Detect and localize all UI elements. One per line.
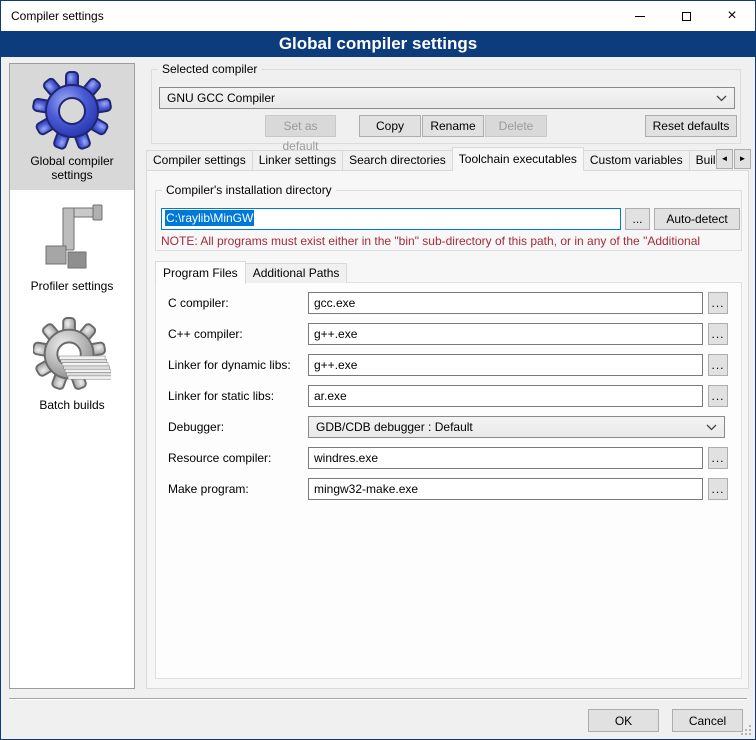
group-label: Compiler's installation directory [162,183,336,197]
field-label-make-program: Make program: [168,478,249,500]
compiler-settings-dialog: Compiler settings × Global compiler sett… [0,0,756,740]
browse-directory-button[interactable]: ... [625,208,650,230]
rename-button[interactable]: Rename [422,115,484,137]
set-as-default-button: Set as default [265,115,336,137]
installation-directory-input[interactable]: C:\raylib\MinGW [161,208,621,230]
dynamic-linker-input[interactable] [308,354,703,376]
browse-button[interactable]: ... [708,354,728,376]
note-text: NOTE: All programs must exist either in … [161,234,739,248]
auto-detect-button[interactable]: Auto-detect [654,208,740,230]
field-label-debugger: Debugger: [168,416,224,438]
selected-compiler-value: GNU GCC Compiler [167,91,716,105]
debugger-select[interactable]: GDB/CDB debugger : Default [308,416,725,438]
sidebar-item-global-compiler-settings[interactable]: Global compiler settings [10,64,134,190]
program-files-panel: C compiler: ... C++ compiler: ... Linker… [155,282,742,679]
tab-scroll-right-icon[interactable]: ► [734,149,751,169]
page-title: Global compiler settings [1,31,755,57]
browse-button[interactable]: ... [708,385,728,407]
minimize-icon [635,16,645,17]
field-label-static-linker: Linker for static libs: [168,385,274,407]
selected-compiler-group: Selected compiler GNU GCC Compiler Set a… [151,69,741,144]
toolchain-subtabs: Program Files Additional Paths [155,260,346,283]
field-label-resource-compiler: Resource compiler: [168,447,271,469]
browse-button[interactable]: ... [708,292,728,314]
resize-grip[interactable] [749,733,751,735]
debugger-value: GDB/CDB debugger : Default [316,420,706,434]
static-linker-input[interactable] [308,385,703,407]
browse-button[interactable]: ... [708,478,728,500]
minimize-button[interactable] [617,1,663,31]
tab-scrollers: ◄ ► [715,149,751,169]
reset-defaults-button[interactable]: Reset defaults [645,115,737,137]
tab-linker-settings[interactable]: Linker settings [252,150,343,170]
tab-custom-variables[interactable]: Custom variables [583,150,690,170]
browse-button[interactable]: ... [708,323,728,345]
settings-category-list: Global compiler settings Profiler settin… [9,63,135,689]
gear-stack-icon [33,317,111,398]
sidebar-item-profiler-settings[interactable]: Profiler settings [10,190,134,301]
cancel-button[interactable]: Cancel [672,709,743,732]
window-controls: × [617,1,755,31]
sidebar-item-batch-builds[interactable]: Batch builds [10,301,134,420]
window-title: Compiler settings [11,9,104,23]
tab-search-directories[interactable]: Search directories [342,150,453,170]
field-label-cpp-compiler: C++ compiler: [168,323,243,345]
maximize-icon [682,12,691,21]
maximize-button[interactable] [663,1,709,31]
chevron-down-icon [716,95,727,102]
tab-compiler-settings[interactable]: Compiler settings [146,150,253,170]
main-tabstrip: Compiler settings Linker settings Search… [146,147,732,170]
tab-scroll-left-icon[interactable]: ◄ [716,149,733,169]
field-label-c-compiler: C compiler: [168,292,229,314]
footer-divider [9,698,747,699]
sidebar-item-label: Global compiler settings [19,154,125,190]
subtab-program-files[interactable]: Program Files [155,261,246,284]
close-button[interactable]: × [709,1,755,31]
group-label: Selected compiler [158,62,261,76]
browse-button[interactable]: ... [708,447,728,469]
copy-button[interactable]: Copy [359,115,421,137]
cpp-compiler-input[interactable] [308,323,703,345]
selected-path-text: C:\raylib\MinGW [165,210,254,226]
c-compiler-input[interactable] [308,292,703,314]
field-label-dynamic-linker: Linker for dynamic libs: [168,354,291,376]
subtab-additional-paths[interactable]: Additional Paths [245,263,348,283]
titlebar: Compiler settings × [1,1,755,31]
sidebar-item-label: Batch builds [19,398,125,420]
selected-compiler-dropdown[interactable]: GNU GCC Compiler [159,87,735,109]
ok-button[interactable]: OK [588,709,659,732]
chevron-down-icon [706,424,717,431]
caliper-icon [35,202,109,279]
delete-button: Delete [485,115,547,137]
sidebar-item-label: Profiler settings [19,279,125,301]
installation-directory-group: Compiler's installation directory C:\ray… [155,190,742,251]
toolchain-executables-page: Compiler's installation directory C:\ray… [146,170,749,689]
make-program-input[interactable] [308,478,703,500]
tab-toolchain-executables[interactable]: Toolchain executables [452,147,584,171]
blue-gear-icon [32,71,112,154]
close-icon: × [727,8,736,24]
resource-compiler-input[interactable] [308,447,703,469]
